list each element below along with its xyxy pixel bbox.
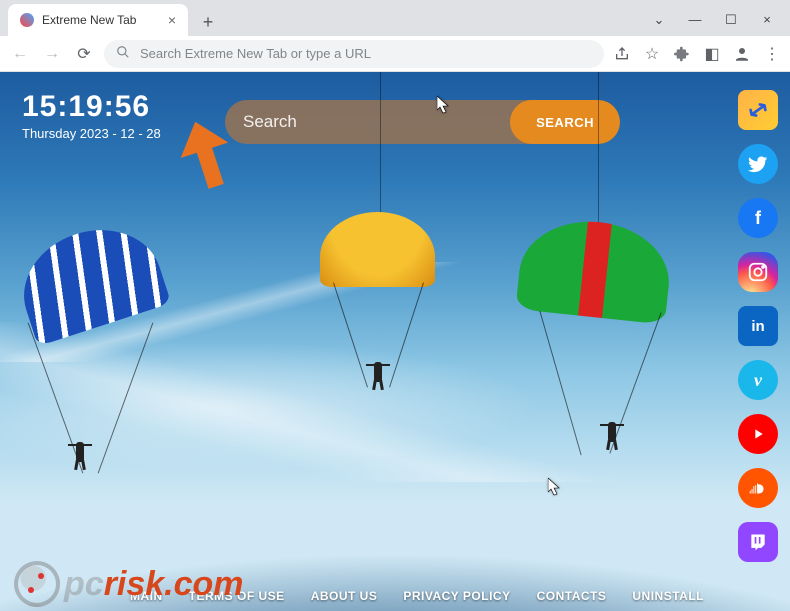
soundcloud-icon[interactable] xyxy=(738,468,778,508)
browser-tab[interactable]: Extreme New Tab × xyxy=(8,4,188,36)
parachute-yellow xyxy=(320,212,435,287)
parachute-cord xyxy=(598,72,599,224)
youtube-icon[interactable] xyxy=(738,414,778,454)
window-controls: ⌄ — ☐ × xyxy=(650,12,790,36)
back-button[interactable]: ← xyxy=(8,42,32,66)
new-tab-button[interactable]: + xyxy=(194,8,222,36)
parachute-blue xyxy=(20,232,160,327)
vimeo-icon[interactable]: v xyxy=(738,360,778,400)
clock-widget: 15:19:56 Thursday 2023 - 12 - 28 xyxy=(22,90,161,141)
minimize-icon[interactable]: — xyxy=(686,12,704,28)
swap-icon[interactable] xyxy=(738,90,778,130)
page-content: 15:19:56 Thursday 2023 - 12 - 28 SEARCH … xyxy=(0,72,790,611)
bookmark-icon[interactable]: ☆ xyxy=(642,44,662,64)
reload-button[interactable]: ⟳ xyxy=(72,42,96,66)
twitch-icon[interactable] xyxy=(738,522,778,562)
window-titlebar: Extreme New Tab × + ⌄ — ☐ × xyxy=(0,0,790,36)
tab-favicon xyxy=(20,13,34,27)
clock-date: Thursday 2023 - 12 - 28 xyxy=(22,126,161,141)
watermark: pcrisk.com xyxy=(14,561,244,607)
profile-icon[interactable] xyxy=(732,44,752,64)
instagram-icon[interactable] xyxy=(738,252,778,292)
footer-link-contacts[interactable]: CONTACTS xyxy=(537,589,607,603)
tab-title: Extreme New Tab xyxy=(42,13,136,27)
menu-icon[interactable]: ⋮ xyxy=(762,44,782,64)
clock-time: 15:19:56 xyxy=(22,90,161,124)
search-input[interactable] xyxy=(225,112,510,132)
search-button[interactable]: SEARCH xyxy=(510,100,620,144)
watermark-suffix: risk.com xyxy=(104,565,244,603)
parachute-green xyxy=(520,222,670,317)
footer-link-about[interactable]: ABOUT US xyxy=(311,589,378,603)
search-icon xyxy=(116,45,130,62)
chevron-down-icon[interactable]: ⌄ xyxy=(650,12,668,28)
share-icon[interactable] xyxy=(612,44,632,64)
footer-link-uninstall[interactable]: UNINSTALL xyxy=(632,589,704,603)
address-bar-placeholder: Search Extreme New Tab or type a URL xyxy=(140,46,371,61)
sidepanel-icon[interactable]: ◧ xyxy=(702,44,722,64)
maximize-icon[interactable]: ☐ xyxy=(722,12,740,28)
watermark-prefix: pc xyxy=(64,565,104,603)
watermark-logo-icon xyxy=(14,561,60,607)
social-rail: f in v xyxy=(738,90,778,562)
cursor-icon xyxy=(548,478,562,501)
search-bar: SEARCH xyxy=(225,100,620,144)
footer-link-privacy[interactable]: PRIVACY POLICY xyxy=(403,589,510,603)
browser-toolbar: ← → ⟳ Search Extreme New Tab or type a U… xyxy=(0,36,790,72)
parachute-cord xyxy=(380,72,381,214)
twitter-icon[interactable] xyxy=(738,144,778,184)
close-window-icon[interactable]: × xyxy=(758,12,776,28)
forward-button[interactable]: → xyxy=(40,42,64,66)
address-bar[interactable]: Search Extreme New Tab or type a URL xyxy=(104,40,604,68)
facebook-icon[interactable]: f xyxy=(738,198,778,238)
tab-close-icon[interactable]: × xyxy=(168,12,176,28)
extensions-icon[interactable] xyxy=(672,44,692,64)
linkedin-icon[interactable]: in xyxy=(738,306,778,346)
